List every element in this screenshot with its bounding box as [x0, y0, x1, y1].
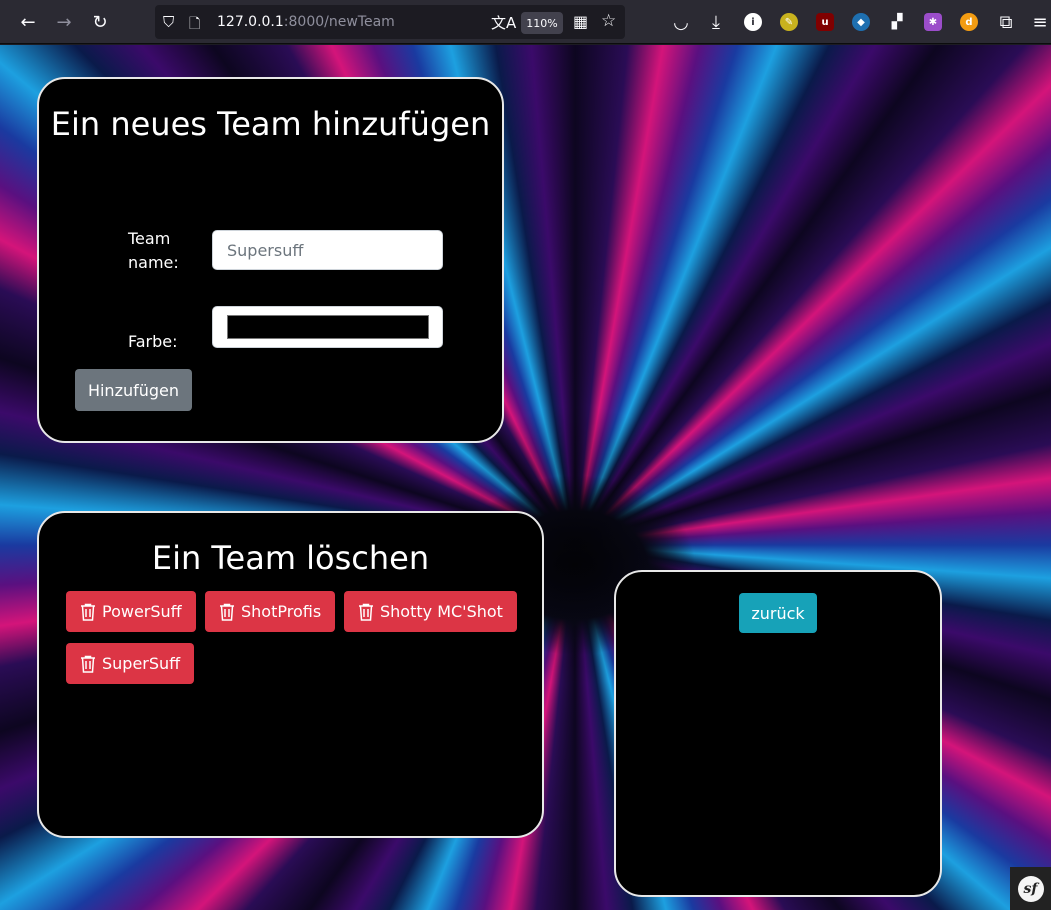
browser-toolbar: ← → ↻ ⛉ 🗋 127.0.0.1:8000/newTeam 文A 110%…	[0, 0, 1051, 44]
extension-icon[interactable]: ◆	[852, 13, 870, 31]
forward-icon[interactable]: →	[49, 7, 79, 37]
extension-icon[interactable]: d	[960, 13, 978, 31]
translate-icon[interactable]: 文A	[491, 12, 516, 33]
info-icon[interactable]: i	[744, 13, 762, 31]
grid-icon[interactable]: ▦	[573, 12, 588, 31]
symfony-toolbar-toggle[interactable]: sf	[1010, 867, 1051, 910]
team-name-input[interactable]	[212, 230, 443, 270]
url-path: :8000/newTeam	[283, 14, 395, 30]
team-name: SuperSuff	[102, 654, 181, 673]
ublock-icon[interactable]: u	[816, 13, 834, 31]
team-name-label: Team name:	[128, 229, 179, 272]
add-team-button[interactable]: Hinzufügen	[75, 369, 192, 411]
delete-team-card: Ein Team löschen PowerSuff ShotProfis Sh…	[37, 511, 544, 838]
symfony-icon: sf	[1017, 875, 1044, 902]
pocket-icon[interactable]: ◡	[666, 7, 696, 37]
extension-icon[interactable]: ✱	[924, 13, 942, 31]
trash-icon	[80, 655, 96, 673]
shield-icon[interactable]: ⛉	[163, 13, 174, 31]
url-host: 127.0.0.1	[217, 14, 284, 30]
trash-icon	[219, 603, 235, 621]
team-name: Shotty MC'Shot	[380, 602, 503, 621]
extensions-icon[interactable]: ⧉	[991, 7, 1021, 37]
extension-icon[interactable]: ✎	[780, 13, 798, 31]
team-name: PowerSuff	[102, 602, 182, 621]
delete-team-button[interactable]: SuperSuff	[66, 643, 195, 684]
extension-icon[interactable]: ▞	[888, 13, 906, 31]
add-team-title: Ein neues Team hinzufügen	[50, 105, 491, 143]
page-background: Ein neues Team hinzufügen Team name: Far…	[0, 45, 1051, 910]
reload-icon[interactable]: ↻	[85, 7, 115, 37]
trash-icon	[80, 603, 96, 621]
back-icon[interactable]: ←	[13, 7, 43, 37]
trash-icon	[358, 603, 374, 621]
download-icon[interactable]: ⤓	[701, 7, 731, 37]
add-team-card: Ein neues Team hinzufügen Team name: Far…	[37, 77, 504, 443]
url-bar[interactable]: ⛉ 🗋 127.0.0.1:8000/newTeam 文A 110% ▦ ☆	[155, 5, 625, 39]
delete-team-button[interactable]: PowerSuff	[66, 591, 196, 632]
color-label: Farbe:	[128, 332, 178, 351]
delete-team-button[interactable]: Shotty MC'Shot	[344, 591, 517, 632]
color-swatch	[227, 315, 429, 339]
team-name: ShotProfis	[241, 602, 322, 621]
back-card: zurück	[614, 570, 942, 897]
delete-team-title: Ein Team löschen	[151, 539, 430, 577]
zoom-badge[interactable]: 110%	[521, 12, 563, 34]
delete-team-button[interactable]: ShotProfis	[205, 591, 336, 632]
menu-icon[interactable]: ≡	[1025, 7, 1051, 37]
page-icon: 🗋	[189, 16, 201, 32]
url-text[interactable]: 127.0.0.1:8000/newTeam	[217, 14, 395, 30]
color-picker[interactable]	[212, 306, 443, 348]
star-icon[interactable]: ☆	[601, 11, 616, 31]
back-button[interactable]: zurück	[739, 593, 817, 633]
